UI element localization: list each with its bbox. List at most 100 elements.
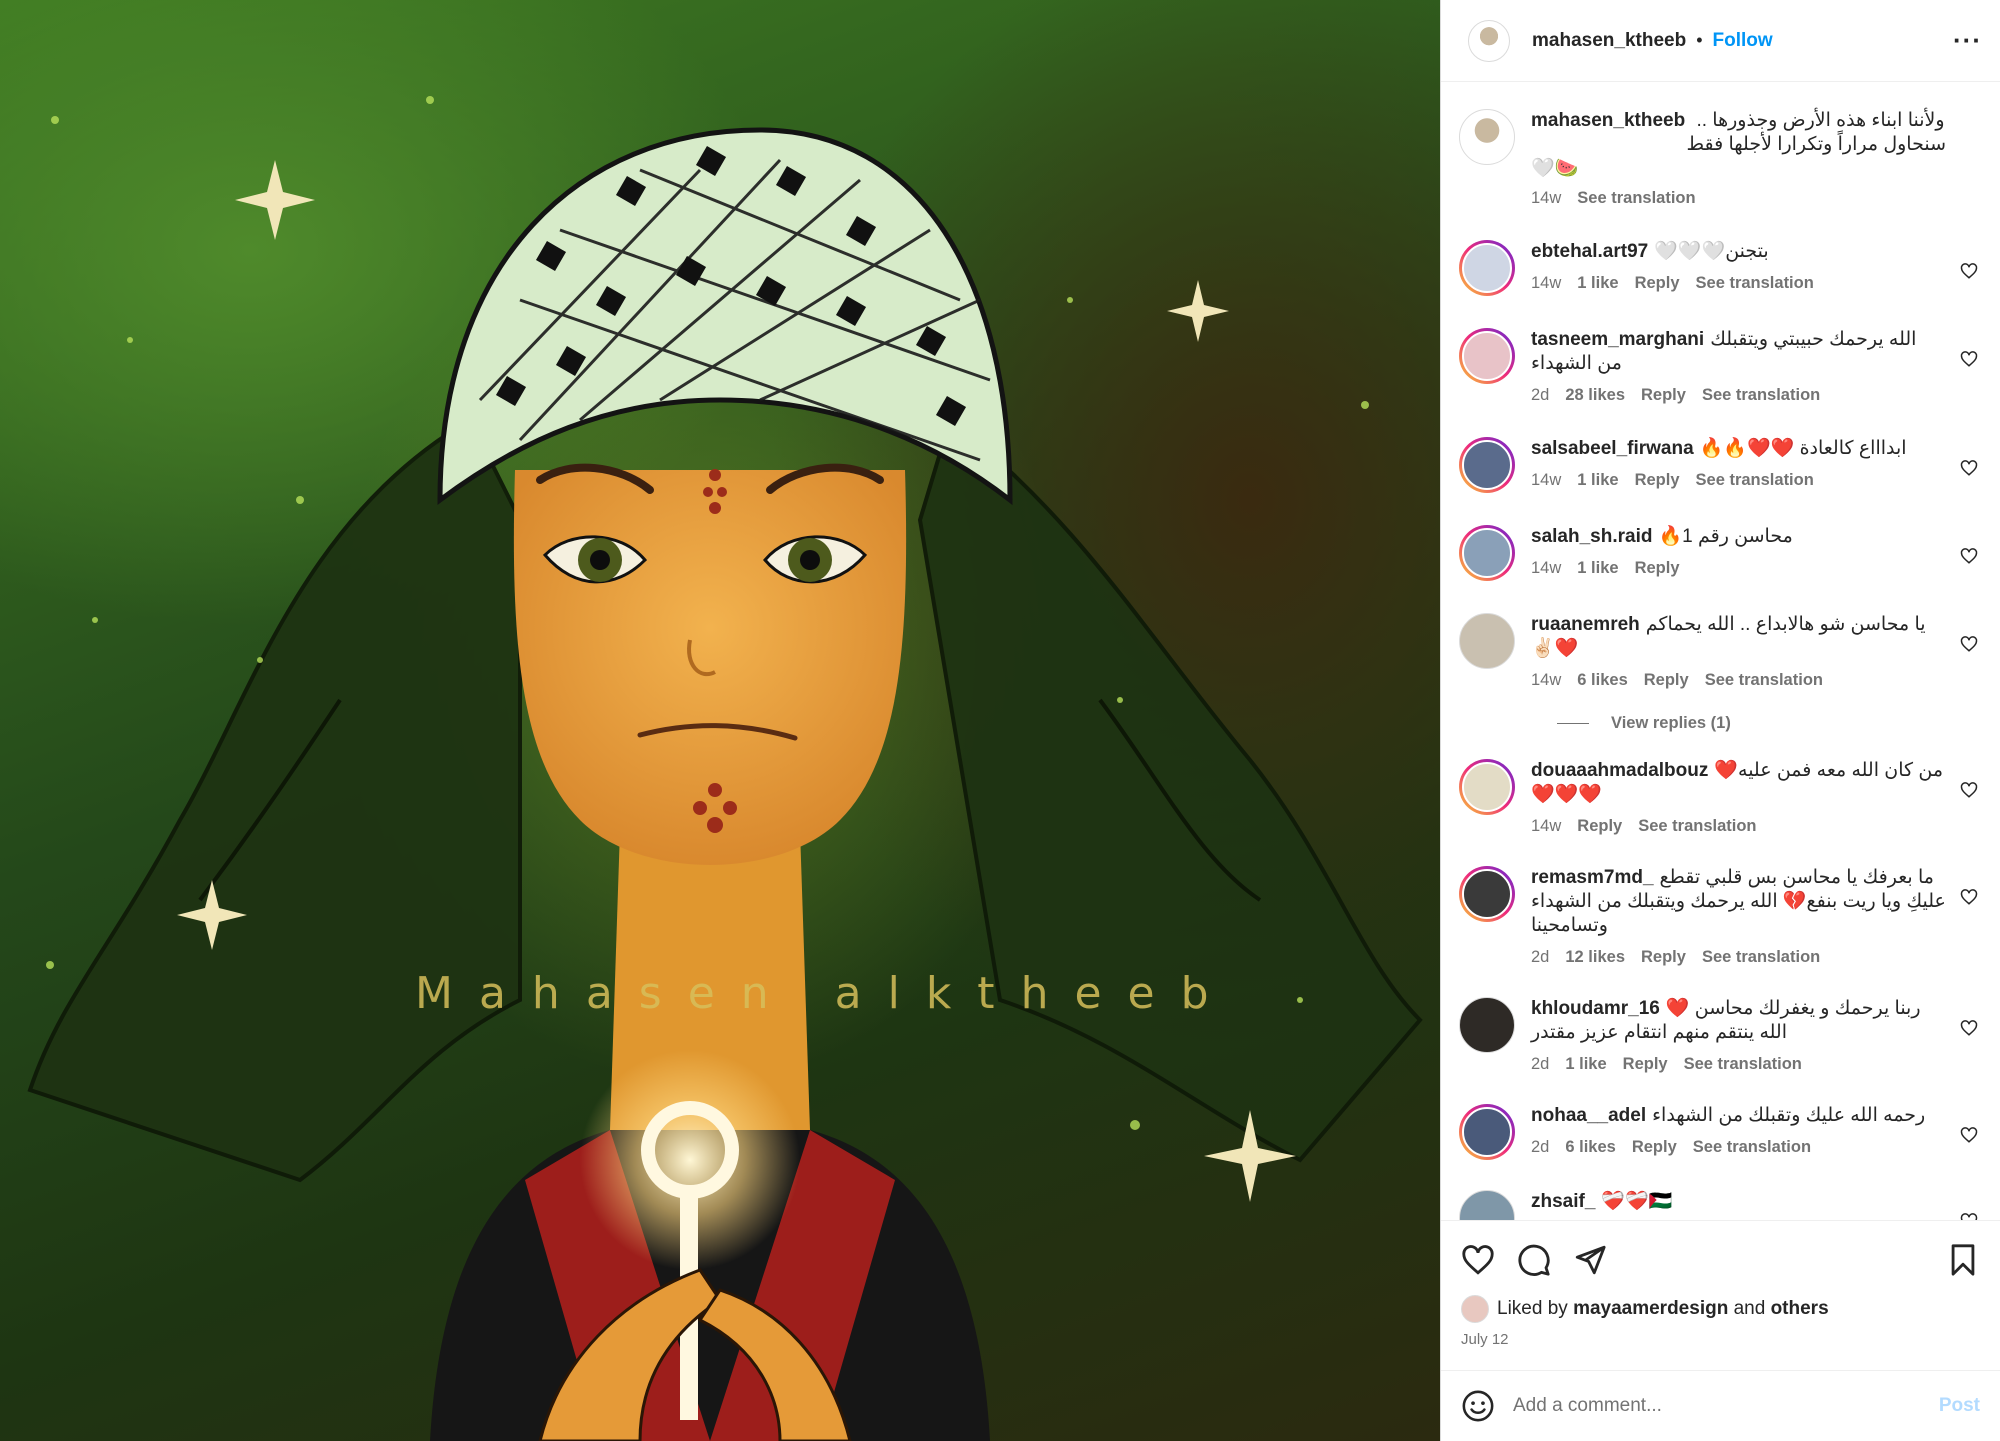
liked-by-user[interactable]: mayaamerdesign [1573,1298,1728,1320]
reply-button[interactable]: Reply [1632,1138,1677,1157]
comment-likes[interactable]: 1 like [1577,274,1618,293]
see-translation-button[interactable]: See translation [1693,1138,1811,1157]
comments-list[interactable]: mahasen_ktheeb ولأننا ابناء هذه الأرض وج… [1441,83,2000,1220]
comment-username[interactable]: nohaa__adel [1531,1105,1646,1126]
commenter-avatar[interactable] [1459,525,1515,581]
see-translation-button[interactable]: See translation [1702,386,1820,405]
comment-username[interactable]: khloudamr_16 [1531,998,1660,1019]
post-image[interactable]: Mahasen alktheeb [0,0,1440,1441]
more-options-icon[interactable]: ··· [1953,25,1982,56]
comment-likes[interactable]: 1 like [1577,471,1618,490]
commenter-avatar[interactable] [1459,1190,1515,1220]
comment-text: محاسن رقم 1🔥 [1658,526,1793,547]
illustration [27,96,1423,1441]
commenter-avatar[interactable] [1459,866,1515,922]
comment-time[interactable]: 2d [1531,1138,1549,1157]
comment-item: remasm7md_ ما بعرفك يا محاسن بس قلبي تقطع… [1459,866,1982,967]
like-comment-icon[interactable] [1960,1212,1978,1220]
author-username[interactable]: mahasen_ktheeb [1532,30,1686,52]
comment-text: ❤️‍🩹❤️‍🩹🇵🇸 [1601,1191,1673,1212]
liked-by: Liked by mayaamerdesign and others [1461,1295,1980,1323]
caption-text-line2: سنحاول مراراً وتكرارا لأجلها فقط [1686,134,1946,155]
post-date[interactable]: July 12 [1461,1331,1980,1348]
comment-username[interactable]: remasm7md_ [1531,867,1654,888]
reply-button[interactable]: Reply [1635,559,1680,578]
comment-likes[interactable]: 28 likes [1565,386,1625,405]
caption-time[interactable]: 14w [1531,189,1561,208]
comment-text: ابداااع كالعادة ❤️❤️🔥🔥 [1699,438,1907,459]
reply-button[interactable]: Reply [1641,948,1686,967]
post-comment-button[interactable]: Post [1939,1395,1980,1417]
follow-button[interactable]: Follow [1713,30,1773,52]
comment-likes[interactable]: 6 likes [1565,1138,1615,1157]
like-comment-icon[interactable] [1960,350,1978,368]
like-comment-icon[interactable] [1960,1126,1978,1144]
comment-username[interactable]: salah_sh.raid [1531,526,1652,547]
caption: mahasen_ktheeb ولأننا ابناء هذه الأرض وج… [1459,109,1982,208]
comment-time[interactable]: 14w [1531,671,1561,690]
see-translation-button[interactable]: See translation [1696,274,1814,293]
see-translation-button[interactable]: See translation [1638,817,1756,836]
view-replies-label[interactable]: View replies (1) [1611,714,1731,733]
comment-username[interactable]: tasneem_marghani [1531,329,1704,350]
caption-username[interactable]: mahasen_ktheeb [1531,110,1685,131]
comment-likes[interactable]: 6 likes [1577,671,1627,690]
comment-time[interactable]: 2d [1531,948,1549,967]
author-avatar[interactable] [1468,19,1510,62]
commenter-avatar[interactable] [1459,613,1515,669]
comment-username[interactable]: ruaanemreh [1531,614,1640,635]
see-translation-button[interactable]: See translation [1696,471,1814,490]
commenter-avatar[interactable] [1459,997,1515,1053]
comment-item: zhsaif_ ❤️‍🩹❤️‍🩹🇵🇸 [1459,1190,1982,1220]
comment-username[interactable]: salsabeel_firwana [1531,438,1694,459]
like-comment-icon[interactable] [1960,262,1978,280]
commenter-avatar[interactable] [1459,437,1515,493]
comment-item: khloudamr_16 ربنا يرحمك و يغفرلك محاسن ❤️… [1459,997,1982,1074]
liked-by-others[interactable]: others [1771,1298,1829,1320]
comment-item: ruaanemreh يا محاسن شو هالابداع .. الله ي… [1459,613,1982,690]
comment-time[interactable]: 2d [1531,386,1549,405]
like-comment-icon[interactable] [1960,635,1978,653]
comment-likes[interactable]: 12 likes [1565,948,1625,967]
emoji-icon[interactable] [1461,1389,1495,1423]
comment-icon[interactable] [1517,1243,1551,1277]
comment-time[interactable]: 14w [1531,471,1561,490]
comment-item: douaaahmadalbouz من كان الله معه فمن عليه… [1459,759,1982,836]
see-translation-button[interactable]: See translation [1684,1055,1802,1074]
comment-username[interactable]: ebtehal.art97 [1531,241,1648,262]
see-translation-button[interactable]: See translation [1705,671,1823,690]
commenter-avatar[interactable] [1459,328,1515,384]
reply-button[interactable]: Reply [1577,817,1622,836]
reply-button[interactable]: Reply [1635,471,1680,490]
comment-username[interactable]: zhsaif_ [1531,1191,1595,1212]
reply-button[interactable]: Reply [1623,1055,1668,1074]
reply-button[interactable]: Reply [1635,274,1680,293]
comment-time[interactable]: 14w [1531,817,1561,836]
share-icon[interactable] [1573,1243,1607,1277]
view-replies-button[interactable]: View replies (1) [1557,714,1982,733]
see-translation-button[interactable]: See translation [1702,948,1820,967]
comment-likes[interactable]: 1 like [1565,1055,1606,1074]
comment-time[interactable]: 2d [1531,1055,1549,1074]
commenter-avatar[interactable] [1459,759,1515,815]
like-comment-icon[interactable] [1960,781,1978,799]
reply-button[interactable]: Reply [1641,386,1686,405]
comment-text: بتجنن🤍🤍🤍 [1654,241,1769,262]
comment-time[interactable]: 14w [1531,559,1561,578]
commenter-avatar[interactable] [1459,1104,1515,1160]
like-comment-icon[interactable] [1960,888,1978,906]
caption-see-translation[interactable]: See translation [1577,189,1695,208]
reply-button[interactable]: Reply [1644,671,1689,690]
author-avatar[interactable] [1459,109,1515,165]
comment-username[interactable]: douaaahmadalbouz [1531,760,1708,781]
comment-input[interactable] [1513,1395,1939,1417]
like-comment-icon[interactable] [1960,547,1978,565]
liker-avatar[interactable] [1461,1295,1489,1323]
commenter-avatar[interactable] [1459,240,1515,296]
like-comment-icon[interactable] [1960,1019,1978,1037]
like-comment-icon[interactable] [1960,459,1978,477]
comment-likes[interactable]: 1 like [1577,559,1618,578]
comment-time[interactable]: 14w [1531,274,1561,293]
save-icon[interactable] [1946,1243,1980,1277]
like-icon[interactable] [1461,1243,1495,1277]
